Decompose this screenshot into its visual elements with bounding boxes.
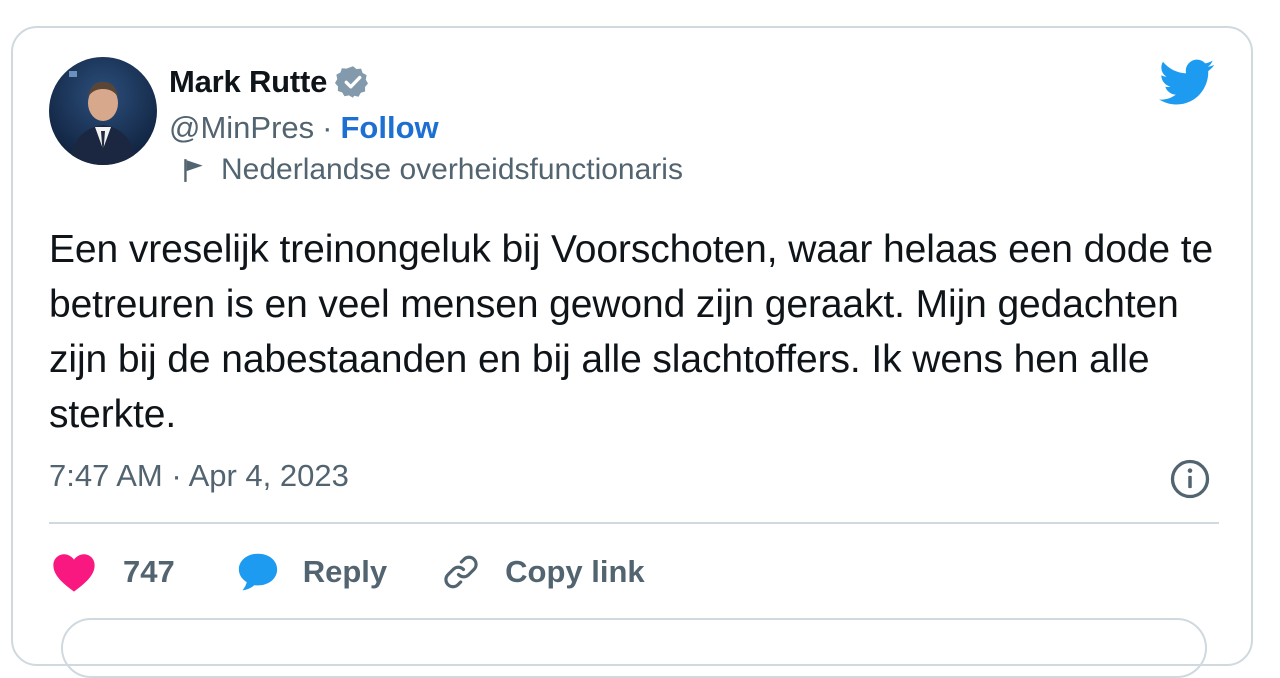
follow-button[interactable]: Follow — [341, 110, 439, 146]
author-name[interactable]: Mark Rutte — [169, 64, 327, 100]
like-button[interactable]: 747 — [51, 551, 175, 593]
action-bar: 747 Reply Copy link — [51, 548, 645, 596]
like-count: 747 — [123, 554, 175, 589]
government-label-text: Nederlandse overheidsfunctionaris — [221, 153, 683, 186]
twitter-bird-icon[interactable] — [1159, 58, 1215, 108]
divider — [49, 522, 1219, 524]
copy-link-label: Copy link — [505, 554, 645, 589]
government-label[interactable]: Nederlandse overheidsfunctionaris — [181, 153, 683, 187]
tweet-text: Een vreselijk treinongeluk bij Voorschot… — [49, 228, 1214, 436]
tweet-card: Mark Rutte @MinPres · Follow Nederlandse… — [11, 26, 1253, 678]
reply-label: Reply — [302, 554, 388, 589]
author-handle[interactable]: @MinPres — [169, 110, 314, 146]
author-block: Mark Rutte @MinPres · Follow — [169, 62, 439, 150]
copy-link-button[interactable]: Copy link — [441, 552, 645, 592]
heart-icon — [51, 551, 97, 593]
verified-badge-icon — [335, 64, 371, 100]
info-icon[interactable] — [1169, 458, 1211, 500]
link-icon — [441, 552, 481, 592]
speech-bubble-icon — [237, 552, 279, 592]
reply-button[interactable]: Reply — [237, 552, 387, 592]
tweet-timestamp[interactable]: 7:47 AM · Apr 4, 2023 — [49, 458, 349, 494]
avatar[interactable] — [49, 57, 157, 165]
flag-icon — [181, 157, 207, 183]
separator: · — [322, 110, 333, 145]
read-replies-button[interactable] — [61, 618, 1207, 678]
